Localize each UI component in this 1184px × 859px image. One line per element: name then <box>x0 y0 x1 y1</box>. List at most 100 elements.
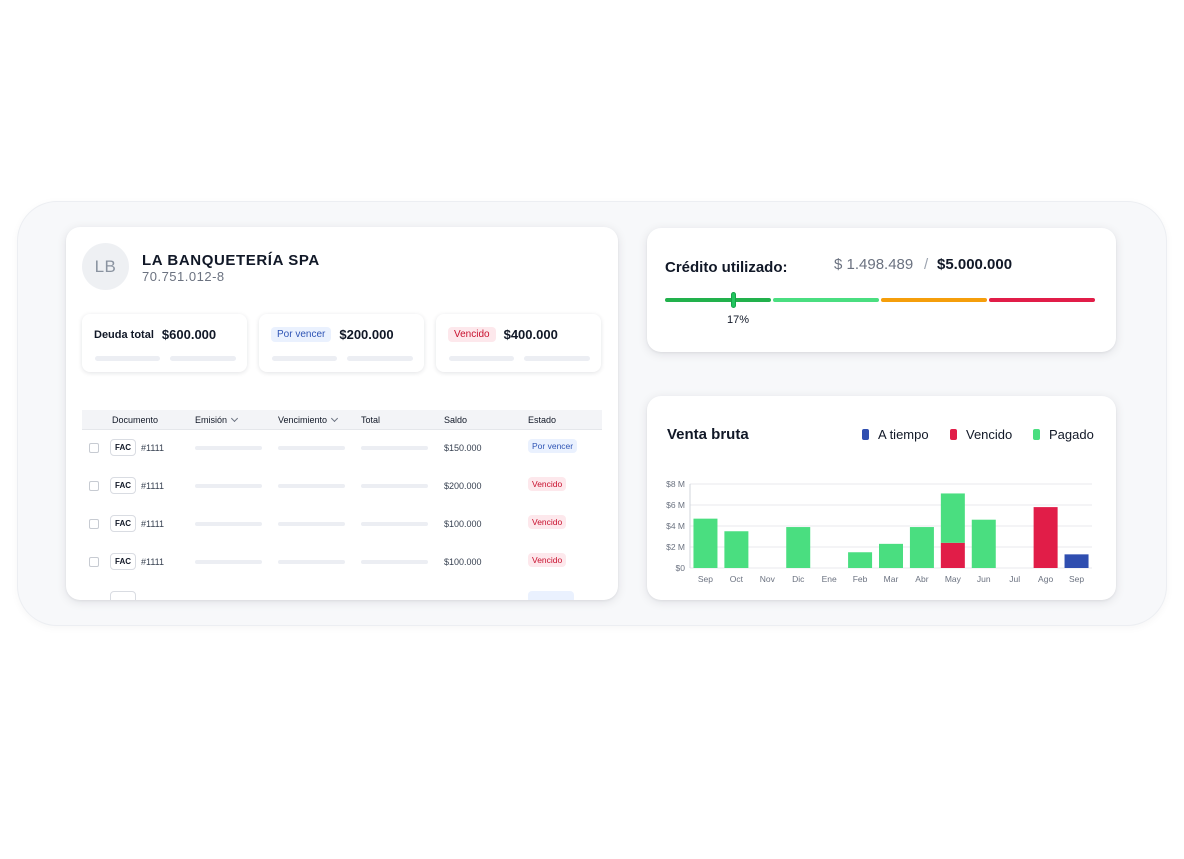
column-emision[interactable]: Emisión <box>195 414 239 425</box>
company-rut: 70.751.012-8 <box>142 269 225 284</box>
credit-bar-segment <box>881 298 987 302</box>
column-total[interactable]: Total <box>361 415 380 425</box>
x-tick-label: Sep <box>698 574 713 584</box>
bar-pagado[interactable] <box>724 531 749 568</box>
credit-bar-segment <box>665 298 771 302</box>
status-badge: Vencido <box>448 327 496 342</box>
table-row[interactable]: FAC #1111 $200.000 Vencido <box>82 468 602 506</box>
doc-number: #1111 <box>141 519 165 529</box>
skeleton-line <box>272 356 337 361</box>
credit-limit-amount: $5.000.000 <box>937 256 1013 273</box>
credit-used-amount: $ 1.498.489 <box>834 256 914 273</box>
bar-a-tiempo[interactable] <box>1064 554 1089 568</box>
skeleton-line <box>347 356 413 361</box>
bar-pagado[interactable] <box>879 543 903 568</box>
status-badge: Por vencer <box>528 439 578 453</box>
credit-percent: 17% <box>727 314 750 326</box>
doc-type-badge: FAC <box>110 477 136 494</box>
credit-bar-segment <box>773 298 879 302</box>
doc-type-badge <box>110 591 136 600</box>
row-checkbox[interactable] <box>89 519 99 529</box>
x-tick-label: Ago <box>1038 574 1053 584</box>
skeleton-line <box>361 560 428 564</box>
bar-pagado[interactable] <box>848 552 873 568</box>
y-tick-label: $6 M <box>666 500 685 510</box>
documents-table: Documento Emisión Vencimiento Total Sald… <box>82 410 602 600</box>
status-badge <box>528 591 574 600</box>
x-tick-label: Jun <box>977 574 991 584</box>
skeleton-line <box>195 522 262 526</box>
x-tick-label: Feb <box>853 574 868 584</box>
status-badge: Vencido <box>528 553 567 567</box>
doc-number: #1111 <box>141 481 165 491</box>
bar-pagado[interactable] <box>940 493 965 543</box>
bar-pagado[interactable] <box>909 527 934 568</box>
saldo-value: $100.000 <box>444 519 482 529</box>
bar-pagado[interactable] <box>693 518 718 568</box>
sales-chart-card: Venta bruta A tiempo Vencido Pagado $0 $2… <box>647 396 1116 600</box>
bar-vencido[interactable] <box>1033 507 1058 568</box>
doc-number: #1111 <box>141 557 165 567</box>
status-badge: Vencido <box>528 515 567 529</box>
doc-type-badge: FAC <box>110 515 136 532</box>
status-badge: Por vencer <box>271 327 332 342</box>
row-checkbox[interactable] <box>89 443 99 453</box>
row-checkbox[interactable] <box>89 481 99 491</box>
customer-card: LB LA BANQUETERÍA SPA 70.751.012-8 Deuda… <box>66 227 618 600</box>
chevron-down-icon <box>330 414 339 423</box>
skeleton-line <box>278 560 345 564</box>
column-saldo[interactable]: Saldo <box>444 415 467 425</box>
skeleton-line <box>361 446 428 450</box>
stat-label: Deuda total <box>94 328 154 341</box>
x-tick-label: Abr <box>915 574 928 584</box>
doc-number: #1111 <box>141 443 165 453</box>
company-name: LA BANQUETERÍA SPA <box>142 252 320 269</box>
avatar: LB <box>82 243 129 290</box>
bar-pagado[interactable] <box>786 527 811 568</box>
table-row-partial <box>82 582 602 600</box>
x-tick-label: Dic <box>792 574 805 584</box>
column-vencimiento[interactable]: Vencimiento <box>278 414 339 425</box>
x-tick-label: Jul <box>1009 574 1020 584</box>
skeleton-line <box>195 484 262 488</box>
stat-vencido: Vencido $400.000 <box>436 314 601 372</box>
credit-bar-handle[interactable] <box>731 292 736 308</box>
skeleton-line <box>361 484 428 488</box>
y-tick-label: $8 M <box>666 479 685 489</box>
doc-type-badge: FAC <box>110 439 136 456</box>
credit-card: Crédito utilizado: $ 1.498.489 / $5.000.… <box>647 228 1116 352</box>
table-row[interactable]: FAC #1111 $100.000 Vencido <box>82 506 602 544</box>
x-tick-label: Ene <box>822 574 837 584</box>
y-tick-label: $4 M <box>666 521 685 531</box>
y-tick-label: $2 M <box>666 542 685 552</box>
column-documento[interactable]: Documento <box>112 415 158 425</box>
row-checkbox[interactable] <box>89 557 99 567</box>
credit-title: Crédito utilizado: <box>665 259 788 276</box>
stat-value: $400.000 <box>503 327 558 342</box>
skeleton-line <box>278 484 345 488</box>
doc-type-badge: FAC <box>110 553 136 570</box>
y-tick-label: $0 <box>676 563 686 573</box>
chevron-down-icon <box>230 414 239 423</box>
bar-pagado[interactable] <box>971 519 996 568</box>
skeleton-line <box>524 356 590 361</box>
x-tick-label: Sep <box>1069 574 1084 584</box>
stat-value: $200.000 <box>339 327 394 342</box>
skeleton-line <box>95 356 160 361</box>
skeleton-line <box>278 522 345 526</box>
sales-bar-chart: $0 $2 M $4 M $6 M $8 M Sep Oct Nov Dic Ene Feb Mar A… <box>666 479 1092 584</box>
x-tick-label: Mar <box>884 574 899 584</box>
x-tick-label: May <box>945 574 962 584</box>
saldo-value: $150.000 <box>444 443 482 453</box>
saldo-value: $100.000 <box>444 557 482 567</box>
skeleton-line <box>361 522 428 526</box>
bar-vencido[interactable] <box>940 542 965 568</box>
stat-deuda-total: Deuda total $600.000 <box>82 314 247 372</box>
credit-separator: / <box>924 256 929 273</box>
table-row[interactable]: FAC #1111 $100.000 Vencido <box>82 544 602 582</box>
table-row[interactable]: FAC #1111 $150.000 Por vencer <box>82 430 602 468</box>
column-estado[interactable]: Estado <box>528 415 556 425</box>
skeleton-line <box>170 356 236 361</box>
stat-por-vencer: Por vencer $200.000 <box>259 314 424 372</box>
table-header: Documento Emisión Vencimiento Total Sald… <box>82 410 602 430</box>
